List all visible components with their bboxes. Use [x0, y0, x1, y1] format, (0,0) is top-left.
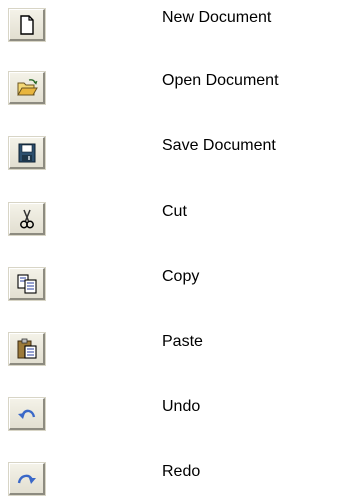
scissors-icon: [20, 209, 34, 229]
redo-arrow-icon: [17, 474, 36, 484]
legend-row-new: New Document: [0, 9, 339, 49]
undo-label: Undo: [162, 398, 201, 415]
paste-button[interactable]: [9, 333, 45, 365]
undo-button[interactable]: [9, 398, 45, 430]
paste-clipboard-icon: [17, 338, 37, 359]
undo-arrow-icon: [18, 409, 36, 419]
save-document-button[interactable]: [9, 137, 45, 169]
legend-row-save: Save Document: [0, 137, 339, 177]
copy-icon: [17, 274, 37, 294]
legend-row-undo: Undo: [0, 398, 339, 438]
new-document-label: New Document: [162, 9, 272, 26]
save-document-label: Save Document: [162, 137, 276, 154]
redo-button[interactable]: [9, 463, 45, 495]
open-document-button[interactable]: [9, 72, 45, 104]
copy-label: Copy: [162, 268, 200, 285]
new-document-button[interactable]: [9, 9, 45, 41]
open-folder-icon: [17, 79, 38, 96]
paste-label: Paste: [162, 333, 203, 350]
cut-label: Cut: [162, 203, 187, 220]
legend-row-cut: Cut: [0, 203, 339, 243]
save-disk-icon: [18, 143, 36, 163]
cut-button[interactable]: [9, 203, 45, 235]
legend-row-open: Open Document: [0, 72, 339, 112]
redo-label: Redo: [162, 463, 201, 480]
legend-row-redo: Redo: [0, 463, 339, 503]
open-document-label: Open Document: [162, 72, 279, 89]
legend-row-paste: Paste: [0, 333, 339, 373]
new-document-icon: [20, 15, 34, 35]
copy-button[interactable]: [9, 268, 45, 300]
legend-row-copy: Copy: [0, 268, 339, 308]
